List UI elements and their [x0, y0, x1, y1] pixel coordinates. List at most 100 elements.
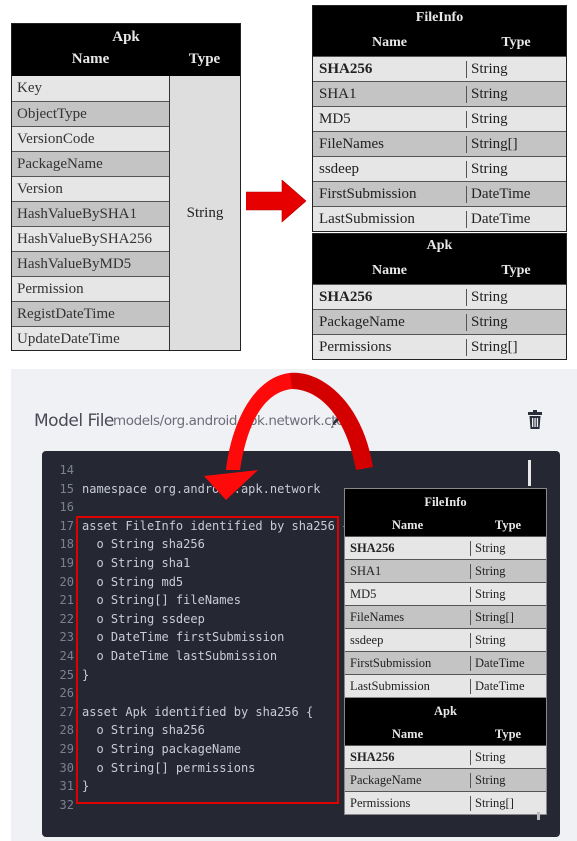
field-name: Permissions [350, 795, 411, 810]
field-type: String [470, 563, 546, 579]
table-row: LastSubmission DateTime [345, 674, 546, 697]
table-row: ssdeep String [345, 628, 546, 651]
fileinfo-table: FileInfo Name Type SHA256 String SHA1 Strin… [312, 5, 567, 232]
table-row: FileNames String[] [345, 605, 546, 628]
scrollbar-end [537, 812, 540, 820]
table-row: SHA256 String [313, 56, 566, 81]
field-type: String [470, 586, 546, 602]
pencil-icon[interactable] [329, 411, 345, 429]
field-name: LastSubmission [319, 210, 415, 227]
field-type: DateTime [466, 185, 566, 203]
scrollbar[interactable] [528, 460, 531, 486]
table-row: SHA256 String [313, 284, 566, 309]
fileinfo-overlay-table: FileInfo Name Type SHA256 String SHA1 Strin… [344, 488, 547, 698]
apk-source-table: Apk Name Type Key ObjectType VersionCode Pa… [11, 23, 241, 351]
table-header: FileInfo Name Type [345, 489, 546, 536]
table-title: Apk [112, 29, 140, 45]
table-row: Permission [12, 276, 169, 301]
table-row: HashValueBySHA256 [12, 226, 169, 251]
column-header-type: Type [494, 726, 522, 741]
field-name: ssdeep [319, 160, 359, 177]
table-row: MD5 String [313, 106, 566, 131]
table-row: HashValueBySHA1 [12, 201, 169, 226]
table-row: FirstSubmission DateTime [313, 181, 566, 206]
table-header: FileInfo Name Type [313, 6, 566, 56]
table-row: ssdeep String [313, 156, 566, 181]
table-header: Apk Name Type [345, 698, 546, 745]
field-type: DateTime [466, 210, 566, 228]
field-type: String [466, 85, 566, 103]
field-type: String[] [470, 795, 546, 811]
code-editor[interactable]: 14 15 namespace org.android.apk.network 16 1… [42, 451, 560, 837]
code-line: 14 [42, 463, 82, 482]
column-header-name: Name [372, 263, 407, 278]
table-title: FileInfo [415, 10, 464, 25]
field-type: String [466, 60, 566, 78]
table-row: Permissions String[] [345, 791, 546, 814]
field-type: DateTime [470, 655, 546, 671]
line-number: 16 [59, 500, 74, 515]
model-file-title: Model File [34, 411, 114, 431]
table-row: Version [12, 176, 169, 201]
table-row: Key [17, 80, 42, 96]
key-field-name: SHA256 [319, 60, 373, 77]
table-row: PackageName String [345, 768, 546, 791]
field-name: SHA1 [319, 85, 357, 102]
field-type: String [470, 772, 546, 788]
field-name: FirstSubmission [350, 655, 432, 670]
field-name: PackageName [319, 313, 405, 330]
table-title: FileInfo [424, 495, 467, 509]
type-cell: String [170, 76, 240, 350]
column-header-type: Type [188, 51, 221, 67]
table-header: Apk Name Type [12, 24, 240, 76]
field-name: LastSubmission [350, 678, 430, 693]
apk-table: Apk Name Type SHA256 String PackageName Str… [312, 233, 567, 360]
field-type: String [466, 160, 566, 178]
table-title: Apk [426, 238, 453, 253]
field-type: String[] [466, 338, 566, 356]
table-row: HashValueByMD5 [12, 251, 169, 276]
column-header-type: Type [501, 263, 531, 278]
table-row: VersionCode [12, 126, 169, 151]
field-type: String [470, 749, 546, 765]
field-type: String [466, 110, 566, 128]
table-row: SHA1 String [313, 81, 566, 106]
field-name: MD5 [319, 110, 351, 127]
column-header-name: Name [372, 35, 407, 50]
right-arrow-icon [246, 180, 307, 223]
field-type: String[] [470, 609, 546, 625]
table-row: PackageName [12, 151, 169, 176]
apk-overlay-table: Apk Name Type SHA256 String PackageName Str… [344, 697, 547, 815]
field-name: FirstSubmission [319, 185, 417, 202]
code-line: 15 namespace org.android.apk.network [42, 482, 321, 501]
key-field-name: SHA256 [319, 288, 373, 305]
key-field-name: SHA256 [350, 540, 395, 555]
column-header-name: Name [391, 517, 424, 532]
field-type: String [470, 540, 546, 556]
field-type: String[] [466, 135, 566, 153]
table-row: FirstSubmission DateTime [345, 651, 546, 674]
column-header-name: Name [71, 51, 110, 67]
table-row: UpdateDateTime [12, 326, 169, 351]
trash-icon[interactable] [528, 410, 542, 430]
highlight-box [76, 516, 339, 804]
table-title: Apk [434, 704, 457, 718]
field-name: MD5 [350, 586, 377, 601]
field-name: FileNames [319, 135, 384, 152]
table-header: Apk Name Type [313, 234, 566, 284]
column-header-type: Type [494, 517, 522, 532]
field-type: String [466, 313, 566, 331]
field-name: Permissions [319, 338, 392, 355]
column-header-name: Name [391, 726, 424, 741]
table-row: SHA256 String [345, 745, 546, 768]
model-file-panel: Model File models/org.android.apk.networ… [11, 369, 577, 841]
field-type: String [470, 632, 546, 648]
line-number: 14 [59, 463, 74, 477]
model-file-path: models/org.android.apk.network.cto [113, 413, 345, 429]
table-row: ObjectType [12, 101, 169, 126]
table-row: RegistDateTime [12, 301, 169, 326]
table-row: FileNames String[] [313, 131, 566, 156]
field-name: PackageName [350, 772, 422, 787]
table-row: Permissions String[] [313, 334, 566, 359]
table-row: LastSubmission DateTime [313, 206, 566, 231]
